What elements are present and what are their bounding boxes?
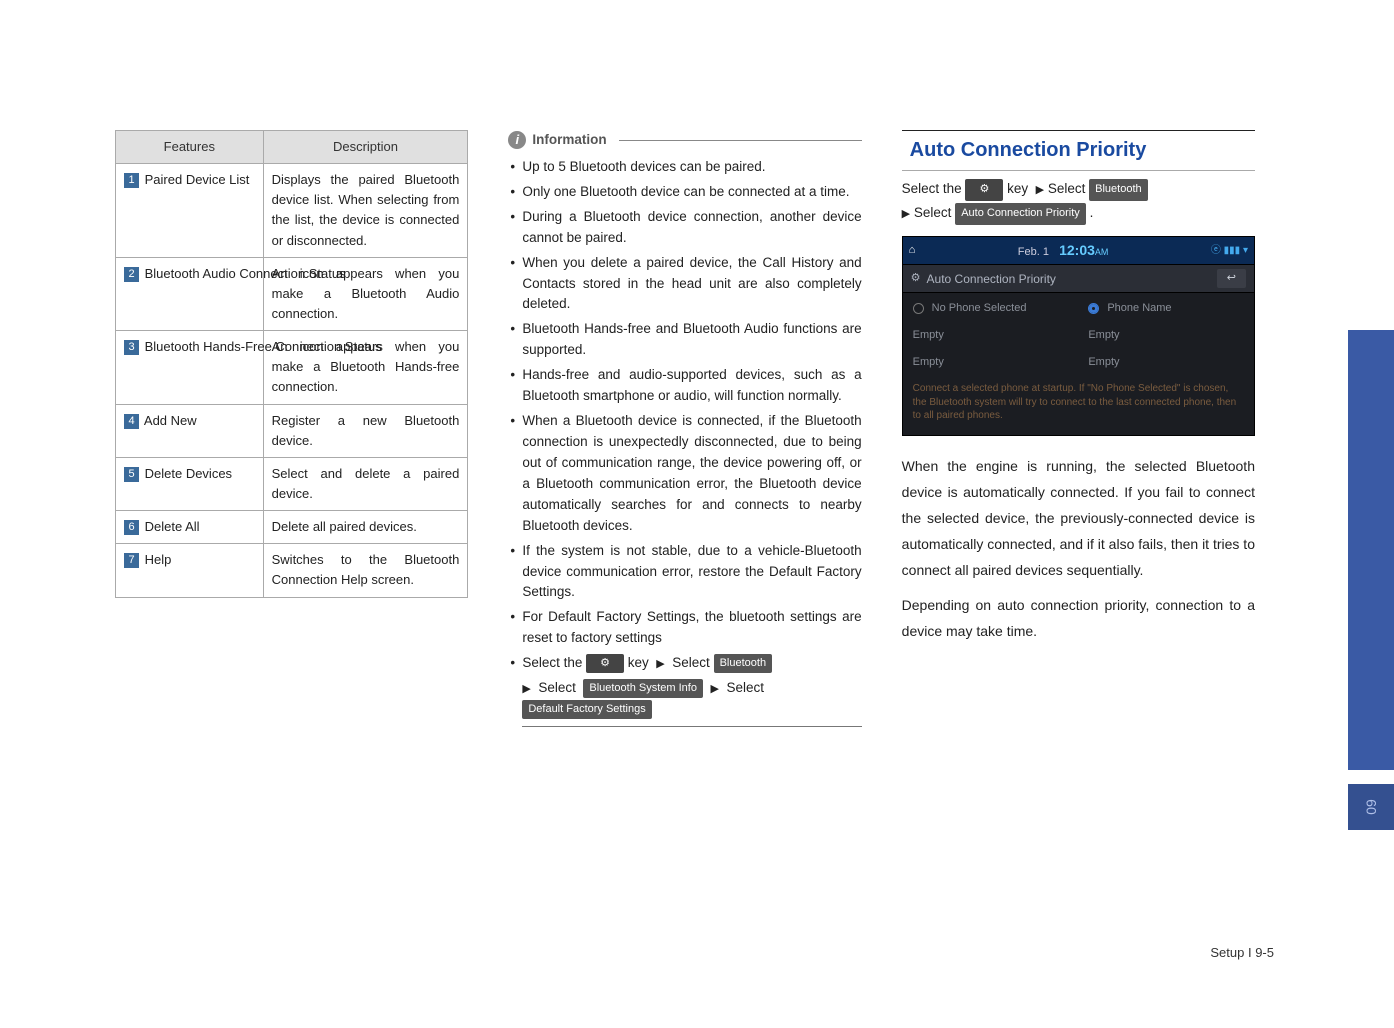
section-side-tab [1348, 330, 1394, 770]
info-item: For Default Factory Settings, the blueto… [508, 607, 861, 649]
feature-desc: Displays the paired Bluetooth device lis… [263, 164, 468, 258]
section-title: Auto Connection Priority [902, 130, 1255, 171]
section-page-number: 09 [1348, 784, 1394, 830]
table-row: 6 Delete All Delete all paired devices. [116, 511, 468, 544]
radio-off-icon [913, 303, 924, 314]
info-icon: i [508, 131, 526, 149]
info-list: Up to 5 Bluetooth devices can be paired.… [508, 157, 861, 727]
row-number-5: 5 [124, 467, 139, 482]
gear-icon [911, 270, 921, 287]
screen-date: Feb. 1 12:03AM [1018, 240, 1109, 262]
feature-name: Add New [144, 413, 197, 428]
table-row: 3 Bluetooth Hands-Free Connection Status… [116, 331, 468, 404]
row-number-6: 6 [124, 520, 139, 535]
table-row: 1 Paired Device List Displays the paired… [116, 164, 468, 258]
table-row: 5 Delete Devices Select and delete a pai… [116, 457, 468, 510]
bluetooth-pill: Bluetooth [714, 654, 772, 673]
info-item-path: Select the key ▶ Select Bluetooth ▶ Sele… [508, 653, 861, 727]
feature-name: Bluetooth Audio Connection Status [145, 264, 255, 284]
gear-key-icon [586, 654, 624, 673]
option-phone-name[interactable]: Phone Name [1078, 295, 1254, 322]
feature-name: Delete Devices [145, 466, 232, 481]
row-number-1: 1 [124, 173, 139, 188]
divider [619, 140, 862, 141]
info-item: Only one Bluetooth device can be connect… [508, 182, 861, 203]
col-header-description: Description [263, 131, 468, 164]
feature-desc: Delete all paired devices. [263, 511, 468, 544]
back-button[interactable] [1217, 269, 1246, 288]
feature-desc: Switches to the Bluetooth Connection Hel… [263, 544, 468, 597]
row-number-4: 4 [124, 414, 139, 429]
info-item: Bluetooth Hands-free and Bluetooth Audio… [508, 319, 861, 361]
option-empty[interactable]: Empty [1078, 322, 1254, 349]
nav-path: Select the key ▶ Select Bluetooth ▶ Sele… [902, 177, 1255, 226]
feature-name: Help [145, 552, 172, 567]
body-paragraph: Depending on auto connection priority, c… [902, 593, 1255, 645]
row-number-7: 7 [124, 553, 139, 568]
bluetooth-pill: Bluetooth [1089, 179, 1147, 201]
home-icon[interactable] [909, 242, 916, 259]
feature-name: Delete All [145, 519, 200, 534]
info-item: Up to 5 Bluetooth devices can be paired. [508, 157, 861, 178]
auto-connection-column: Auto Connection Priority Select the key … [902, 130, 1255, 731]
feature-desc: Select and delete a paired device. [263, 457, 468, 510]
feature-desc: An icon appears when you make a Bluetoot… [263, 331, 468, 404]
row-number-3: 3 [124, 340, 139, 355]
table-row: 2 Bluetooth Audio Connection Status An i… [116, 257, 468, 330]
bluetooth-system-info-pill: Bluetooth System Info [583, 679, 703, 698]
info-item: When a Bluetooth device is connected, if… [508, 411, 861, 537]
screen-title: Auto Connection Priority [927, 270, 1056, 289]
feature-desc: Register a new Bluetooth device. [263, 404, 468, 457]
information-column: i Information Up to 5 Bluetooth devices … [508, 130, 861, 731]
radio-on-icon [1088, 303, 1099, 314]
info-item: If the system is not stable, due to a ve… [508, 541, 861, 604]
feature-name: Bluetooth Hands-Free Connection Status [145, 337, 255, 357]
option-empty[interactable]: Empty [1078, 349, 1254, 376]
signal-icons: ⓔ ▮▮▮ ▾ [1211, 243, 1248, 259]
default-factory-settings-pill: Default Factory Settings [522, 700, 651, 719]
body-paragraph: When the engine is running, the selected… [902, 454, 1255, 583]
auto-connection-priority-pill: Auto Connection Priority [955, 203, 1086, 225]
screen-preview: Feb. 1 12:03AM ⓔ ▮▮▮ ▾ Auto Connection P… [902, 236, 1255, 436]
table-row: 7 Help Switches to the Bluetooth Connect… [116, 544, 468, 597]
option-empty[interactable]: Empty [903, 322, 1079, 349]
col-header-features: Features [116, 131, 264, 164]
feature-desc: An icon appears when you make a Bluetoot… [263, 257, 468, 330]
features-table-column: Features Description 1 Paired Device Lis… [115, 130, 468, 731]
option-no-phone-selected[interactable]: No Phone Selected [903, 295, 1079, 322]
info-title: Information [532, 130, 606, 151]
screen-hint-text: Connect a selected phone at startup. If … [903, 376, 1254, 433]
features-table: Features Description 1 Paired Device Lis… [115, 130, 468, 598]
info-item: During a Bluetooth device connection, an… [508, 207, 861, 249]
page-footer: Setup I 9-5 [1210, 945, 1274, 960]
row-number-2: 2 [124, 267, 139, 282]
gear-key-icon [965, 179, 1003, 201]
info-item: Hands-free and audio-supported devices, … [508, 365, 861, 407]
feature-name: Paired Device List [145, 170, 250, 190]
info-item: When you delete a paired device, the Cal… [508, 253, 861, 316]
screen-title-bar: Auto Connection Priority [903, 264, 1254, 293]
screen-status-bar: Feb. 1 12:03AM ⓔ ▮▮▮ ▾ [903, 237, 1254, 265]
table-row: 4 Add New Register a new Bluetooth devic… [116, 404, 468, 457]
option-empty[interactable]: Empty [903, 349, 1079, 376]
